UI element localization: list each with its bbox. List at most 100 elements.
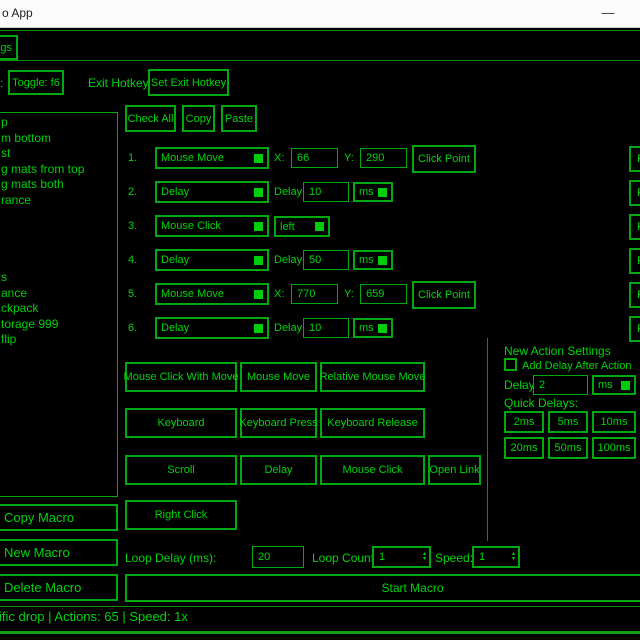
quick-delay-100ms-button[interactable]: 100ms [592,437,636,459]
quick-delay-2ms-button[interactable]: 2ms [504,411,544,433]
macro-list-item[interactable]: p [0,115,117,131]
action-row: 6. Delay Delay 10 ms R [0,317,640,341]
action-type-dropdown[interactable]: Delay [155,181,269,203]
dropdown-arrow-icon [254,154,263,163]
action-type-dropdown[interactable]: Mouse Click [155,215,269,237]
stepper-arrows-icon[interactable]: ▴▾ [423,552,426,562]
quick-delays-label: Quick Delays: [504,396,578,410]
remove-action-button[interactable]: R [629,214,640,240]
dropdown-arrow-icon [254,290,263,299]
action-number: 5. [128,288,137,300]
remove-action-button[interactable]: R [629,282,640,308]
statusbar-top-line [0,606,640,607]
add-delay-after-action-checkbox[interactable] [504,358,517,371]
y-value: 659 [366,288,384,300]
copy-macro-button[interactable]: Copy Macro [0,504,118,531]
add-keyboard-release-button[interactable]: Keyboard Release [320,408,425,438]
loop-count-stepper[interactable]: 1 ▴▾ [372,546,431,568]
action-number: 6. [128,322,137,334]
add-open-link-button[interactable]: Open Link [428,455,481,485]
minimize-button[interactable]: — [596,2,620,24]
delay-value: 10 [309,322,321,334]
action-row: 3. Mouse Click left R [0,215,640,239]
speed-value: 1 [474,551,512,563]
action-row: 2. Delay Delay 10 ms R [0,181,640,205]
action-type-value: Mouse Move [157,152,254,164]
copy-actions-button[interactable]: Copy [182,105,215,132]
mouse-button-dropdown[interactable]: left [274,216,330,237]
dropdown-arrow-icon [254,188,263,197]
loop-delay-input[interactable]: 20 [252,546,304,568]
delay-unit-dropdown[interactable]: ms [353,318,393,338]
delay-value-input[interactable]: 10 [303,318,349,338]
menubar-top-line [0,30,640,31]
loop-count-label: Loop Count: [312,551,377,565]
macro-list-item[interactable]: m bottom [0,131,117,147]
add-keyboard-press-button[interactable]: Keyboard Press [240,408,317,438]
click-point-button[interactable]: Click Point [412,281,476,309]
action-type-dropdown[interactable]: Delay [155,317,269,339]
speed-label: Speed: [435,551,473,565]
new-action-delay-input[interactable]: 2 [533,375,588,395]
action-number: 3. [128,220,137,232]
delay-unit-value: ms [355,254,378,266]
x-value: 770 [297,288,315,300]
delay-value: 50 [309,254,321,266]
menu-item-label: gs [0,42,12,54]
add-mouse-move-button[interactable]: Mouse Move [240,362,317,392]
app-window: o App — gs : Toggle: f6 Exit Hotkey: Set… [0,0,640,640]
dropdown-arrow-icon [254,222,263,231]
dropdown-arrow-icon [254,324,263,333]
dropdown-arrow-icon [378,256,387,265]
delay-value-input[interactable]: 50 [303,250,349,270]
x-coordinate-input[interactable]: 770 [291,284,338,304]
exit-hotkey-label: Exit Hotkey: [88,76,152,90]
new-macro-button[interactable]: New Macro [0,539,118,566]
remove-action-button[interactable]: R [629,248,640,274]
mouse-button-value: left [276,221,315,233]
new-action-settings-title: New Action Settings [504,344,611,358]
remove-action-button[interactable]: R [629,146,640,172]
add-delay-button[interactable]: Delay [240,455,317,485]
quick-delay-50ms-button[interactable]: 50ms [548,437,588,459]
menu-item-settings[interactable]: gs [0,35,18,60]
delay-unit-dropdown[interactable]: ms [353,182,393,202]
action-type-dropdown[interactable]: Delay [155,249,269,271]
add-keyboard-button[interactable]: Keyboard [125,408,237,438]
menubar-bottom-line [0,60,640,61]
add-mouse-click-with-move-button[interactable]: Mouse Click With Move [125,362,237,392]
delay-value-input[interactable]: 10 [303,182,349,202]
settings-separator [487,338,488,541]
delete-macro-button[interactable]: Delete Macro [0,574,118,601]
y-coordinate-input[interactable]: 659 [360,284,407,304]
title-bar: o App — [0,0,640,28]
check-all-button[interactable]: Check All [125,105,176,132]
toggle-hotkey-button[interactable]: Toggle: f6 [8,70,64,95]
add-mouse-click-button[interactable]: Mouse Click [320,455,425,485]
remove-action-button[interactable]: R [629,316,640,342]
speed-stepper[interactable]: 1 ▴▾ [472,546,520,568]
quick-delay-10ms-button[interactable]: 10ms [592,411,636,433]
loop-delay-label: Loop Delay (ms): [125,551,216,565]
new-action-delay-unit-dropdown[interactable]: ms [592,375,636,395]
add-delay-after-action-label: Add Delay After Action [522,360,631,372]
y-coordinate-input[interactable]: 290 [360,148,407,168]
action-type-dropdown[interactable]: Mouse Move [155,147,269,169]
paste-actions-button[interactable]: Paste [221,105,257,132]
quick-delay-20ms-button[interactable]: 20ms [504,437,544,459]
action-number: 4. [128,254,137,266]
loop-delay-value: 20 [258,551,270,563]
delay-unit-dropdown[interactable]: ms [353,250,393,270]
dropdown-arrow-icon [315,222,324,231]
start-macro-button[interactable]: Start Macro [125,574,640,602]
action-type-dropdown[interactable]: Mouse Move [155,283,269,305]
remove-action-button[interactable]: R [629,180,640,206]
stepper-arrows-icon[interactable]: ▴▾ [512,552,515,562]
quick-delay-5ms-button[interactable]: 5ms [548,411,588,433]
add-relative-mouse-move-button[interactable]: Relative Mouse Move [320,362,425,392]
set-exit-hotkey-button[interactable]: Set Exit Hotkey [148,69,229,96]
add-right-click-button[interactable]: Right Click [125,500,237,530]
add-scroll-button[interactable]: Scroll [125,455,237,485]
click-point-button[interactable]: Click Point [412,145,476,173]
x-coordinate-input[interactable]: 66 [291,148,338,168]
